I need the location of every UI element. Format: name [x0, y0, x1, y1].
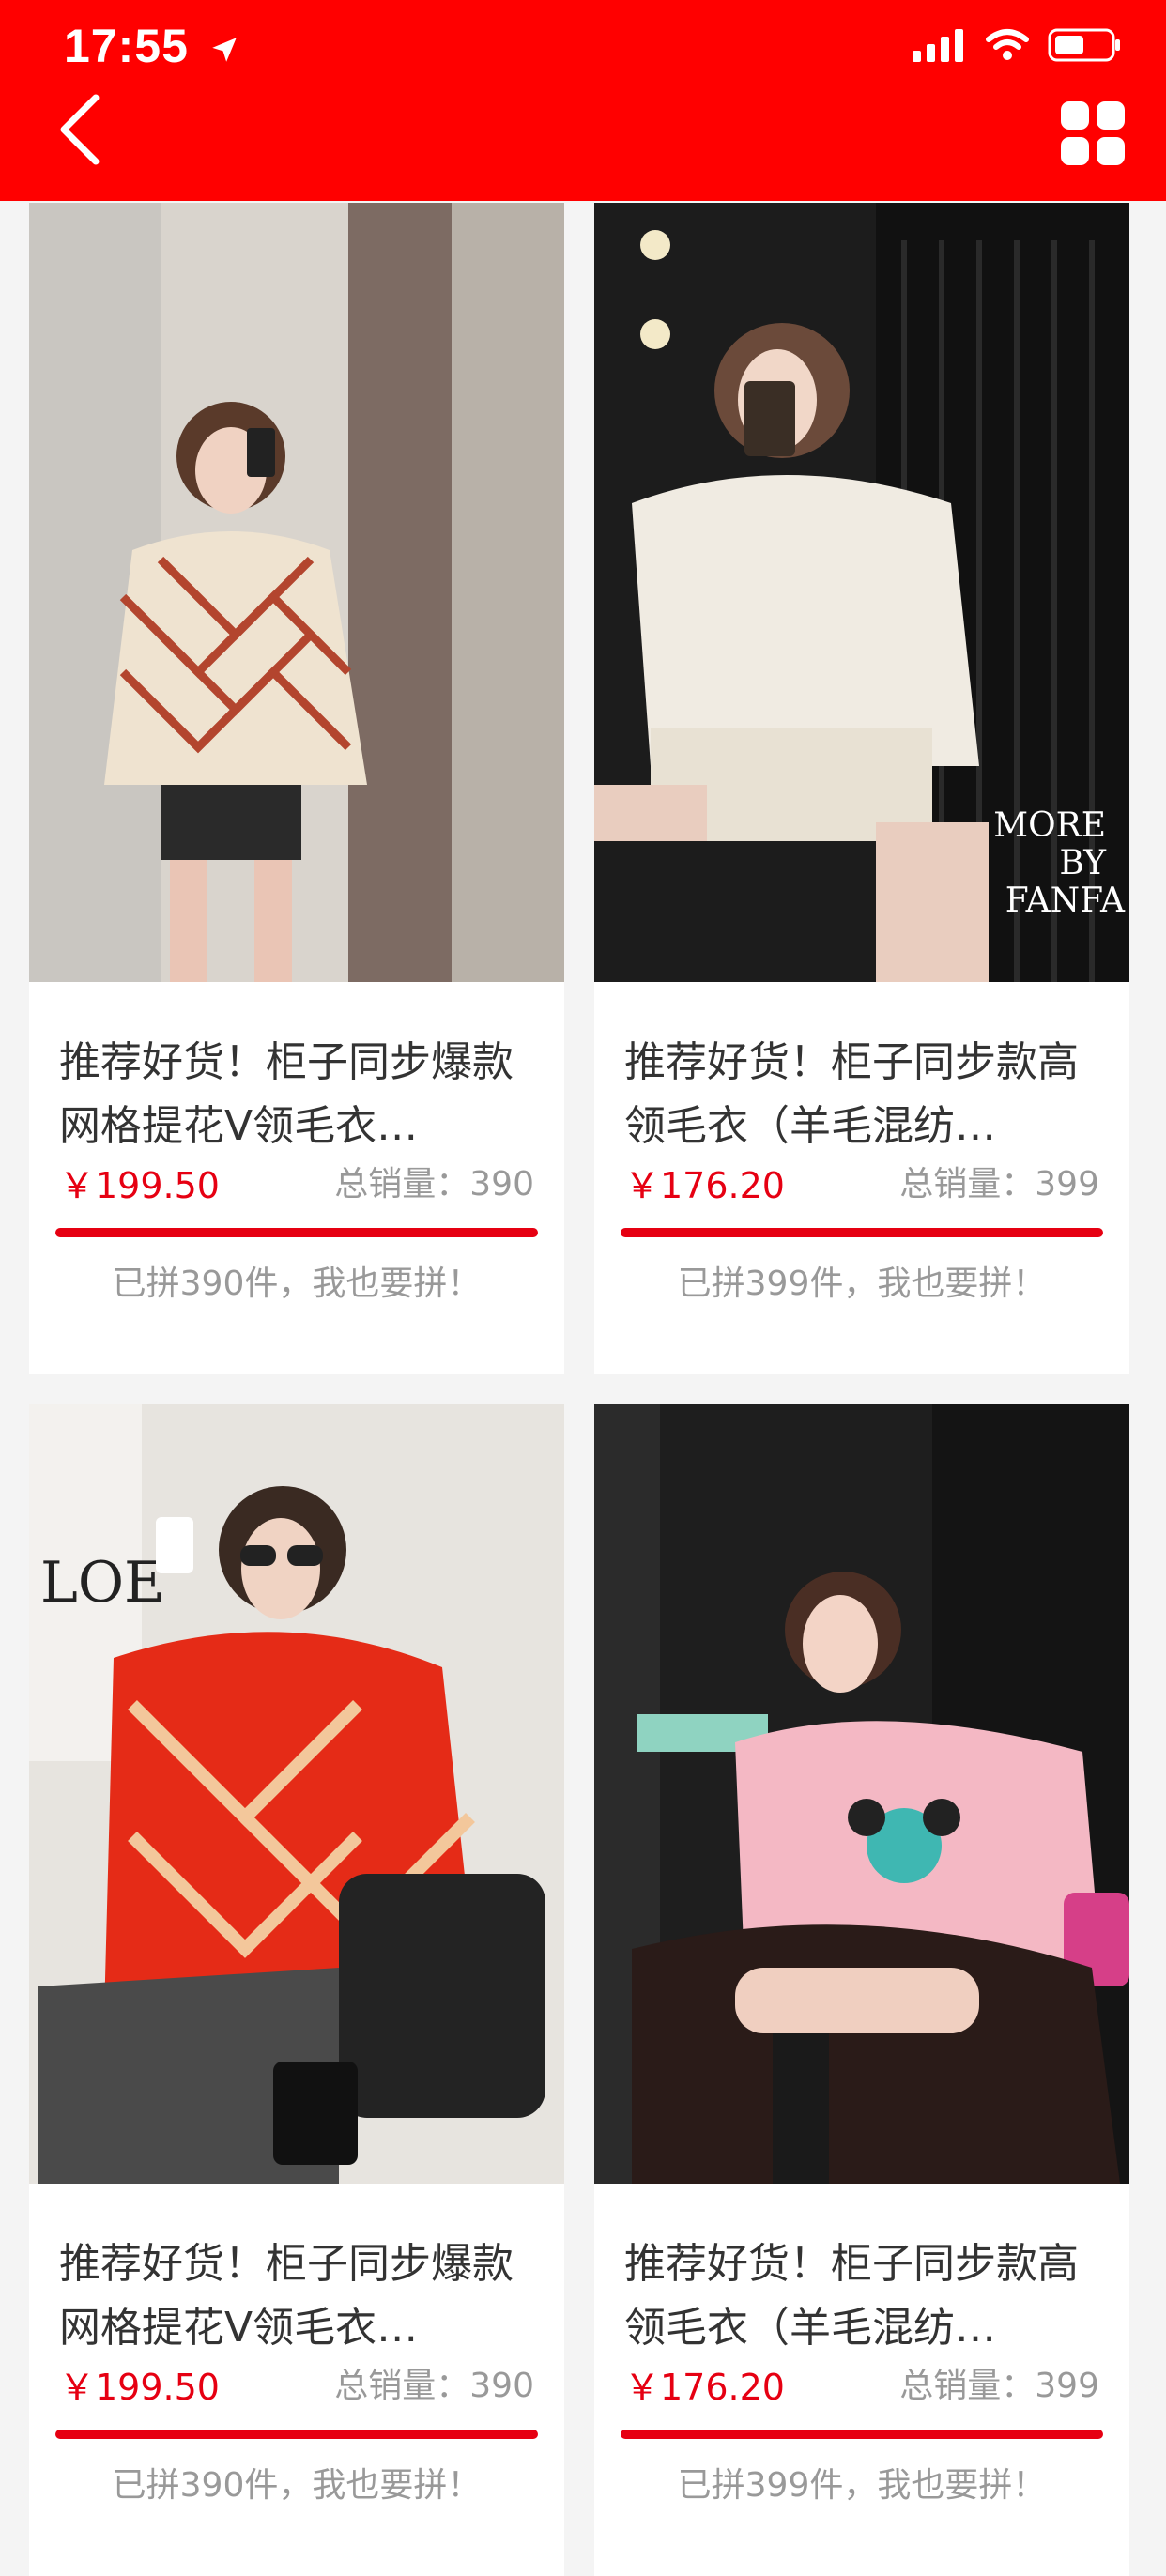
- back-button[interactable]: [54, 90, 111, 169]
- status-icons: [911, 26, 1123, 64]
- product-card[interactable]: 推荐好货！柜子同步款高领毛衣（羊毛混纺… ￥176.20 总销量：399 已拼3…: [594, 1404, 1129, 2576]
- product-price: ￥176.20: [624, 2367, 785, 2408]
- group-buy-text[interactable]: 已拼390件，我也要拼！: [29, 1256, 564, 1305]
- grid-menu-button[interactable]: [1059, 100, 1127, 167]
- progress-bar: [55, 1228, 538, 1237]
- product-image[interactable]: MORE BY FANFA: [594, 203, 1129, 982]
- product-image[interactable]: LOE: [29, 1404, 564, 2184]
- product-sales: 总销量：399: [899, 1165, 1099, 1204]
- product-price: ￥176.20: [624, 1165, 785, 1206]
- product-title: 推荐好货！柜子同步款高领毛衣（羊毛混纺…: [624, 1038, 1079, 1150]
- battery-icon: [1048, 28, 1120, 62]
- group-buy-text[interactable]: 已拼399件，我也要拼！: [594, 2458, 1129, 2507]
- progress-bar: [55, 2430, 538, 2439]
- svg-text:BY: BY: [1059, 844, 1107, 882]
- product-card[interactable]: MORE BY FANFA 推荐好货！柜子同步款高领毛衣（羊毛混纺… ￥176.…: [594, 203, 1129, 1374]
- product-card[interactable]: LOE 推荐好货！柜子同步爆款网格提花V领毛衣… ￥199.50 总销量：390…: [29, 1404, 564, 2576]
- product-card[interactable]: 推荐好货！柜子同步爆款网格提花V领毛衣… ￥199.50 总销量：390 已拼3…: [29, 203, 564, 1374]
- cellular-signal-icon: [913, 29, 963, 62]
- group-buy-text[interactable]: 已拼390件，我也要拼！: [29, 2458, 564, 2507]
- image-watermark: MORE: [993, 806, 1106, 845]
- background-logo: LOE: [40, 1550, 165, 1616]
- status-time: 17:55: [64, 19, 240, 73]
- status-time-text: 17:55: [64, 20, 189, 72]
- top-bar: 17:55: [0, 0, 1166, 201]
- product-title: 推荐好货！柜子同步款高领毛衣（羊毛混纺…: [624, 2240, 1079, 2352]
- product-sales: 总销量：390: [334, 1165, 534, 1204]
- progress-bar: [621, 1228, 1103, 1237]
- product-title: 推荐好货！柜子同步爆款网格提花V领毛衣…: [59, 1038, 514, 1150]
- progress-bar: [621, 2430, 1103, 2439]
- location-arrow-icon: [212, 38, 237, 62]
- product-sales: 总销量：390: [334, 2367, 534, 2405]
- wifi-icon: [986, 29, 1029, 60]
- product-image[interactable]: [29, 203, 564, 982]
- product-title: 推荐好货！柜子同步爆款网格提花V领毛衣…: [59, 2240, 514, 2352]
- product-grid: 推荐好货！柜子同步爆款网格提花V领毛衣… ￥199.50 总销量：390 已拼3…: [29, 203, 1129, 2576]
- product-sales: 总销量：399: [899, 2367, 1099, 2405]
- svg-text:FANFA: FANFA: [1005, 882, 1126, 920]
- product-price: ￥199.50: [59, 2367, 220, 2408]
- product-image[interactable]: [594, 1404, 1129, 2184]
- product-price: ￥199.50: [59, 1165, 220, 1206]
- group-buy-text[interactable]: 已拼399件，我也要拼！: [594, 1256, 1129, 1305]
